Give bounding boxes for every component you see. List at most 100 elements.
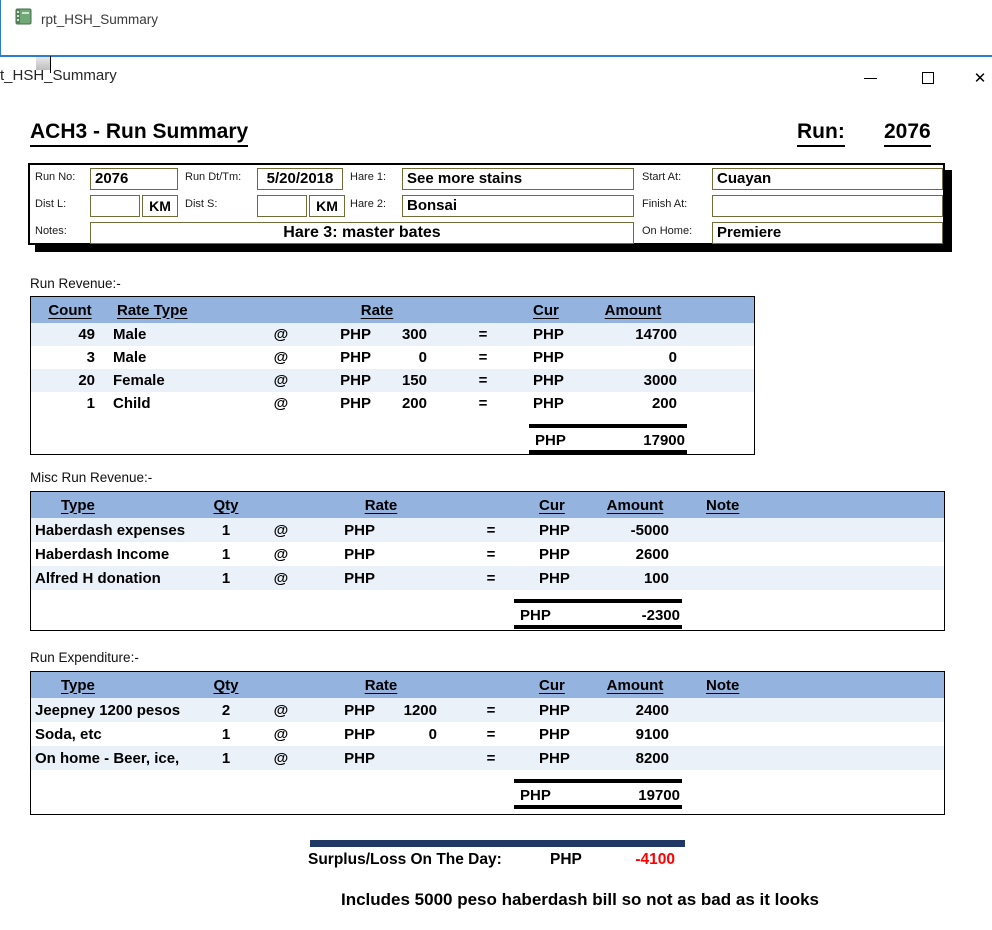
surplus-label: Surplus/Loss On The Day: — [308, 851, 502, 869]
report-icon — [15, 8, 32, 30]
qty-cell: 1 — [201, 546, 251, 563]
dist-s-field[interactable] — [257, 195, 307, 217]
summary-footnote: Includes 5000 peso haberdash bill so not… — [250, 890, 910, 910]
run-dt-field[interactable]: 5/20/2018 — [257, 168, 343, 190]
count-cell: 20 — [31, 372, 109, 389]
currency-cell: PHP — [531, 546, 591, 563]
misc-total: PHP -2300 — [514, 599, 682, 629]
rate-cell: 200 — [377, 395, 441, 412]
hare1-field[interactable]: See more stains — [402, 168, 634, 190]
currency-cell: PHP — [311, 546, 381, 563]
equals-symbol: = — [441, 326, 525, 343]
count-header: Count — [31, 302, 109, 319]
table-row: Alfred H donation 1 @ PHP = PHP 100 — [31, 566, 944, 590]
revenue-table: Count Rate Type Rate Cur Amount 49 Male … — [30, 296, 755, 455]
rate-header: Rate — [311, 677, 451, 694]
table-row: 49 Male @ PHP 300 = PHP 14700 — [31, 323, 754, 346]
equals-symbol: = — [451, 570, 531, 587]
dist-s-unit: KM — [309, 195, 345, 217]
qty-cell: 2 — [201, 702, 251, 719]
revenue-total: PHP 17900 — [529, 424, 687, 454]
rate-type-header: Rate Type — [109, 302, 249, 319]
currency-cell: PHP — [531, 522, 591, 539]
dist-l-field[interactable] — [90, 195, 140, 217]
table-row: 20 Female @ PHP 150 = PHP 3000 — [31, 369, 754, 392]
surplus-amount: -4100 — [598, 851, 675, 869]
currency-cell: PHP — [313, 349, 377, 366]
at-symbol: @ — [251, 570, 311, 587]
qty-header: Qty — [201, 677, 251, 694]
table-row: Jeepney 1200 pesos 2 @ PHP 1200 = PHP 24… — [31, 698, 944, 722]
table-row: Haberdash Income 1 @ PHP = PHP 2600 — [31, 542, 944, 566]
table-row: On home - Beer, ice, 1 @ PHP = PHP 8200 — [31, 746, 944, 770]
document-tab-bar: rpt_HSH_Summary — [0, 0, 992, 57]
qty-cell: 1 — [201, 726, 251, 743]
amount-header: Amount — [591, 497, 679, 514]
rate-cell: 0 — [377, 349, 441, 366]
currency-cell: PHP — [525, 372, 583, 389]
finish-at-label: Finish At: — [642, 198, 687, 210]
revenue-header-row: Count Rate Type Rate Cur Amount — [31, 297, 754, 323]
type-cell: Jeepney 1200 pesos — [31, 702, 201, 719]
type-cell: Male — [109, 349, 249, 366]
start-at-field[interactable]: Cuayan — [712, 168, 943, 190]
count-cell: 1 — [31, 395, 109, 412]
amount-cell: 9100 — [591, 726, 679, 743]
amount-header: Amount — [591, 677, 679, 694]
rate-header: Rate — [313, 302, 441, 319]
notes-field[interactable]: Hare 3: master bates — [90, 222, 634, 244]
at-symbol: @ — [251, 522, 311, 539]
close-icon: ✕ — [974, 71, 987, 86]
run-no-field[interactable]: 2076 — [90, 168, 178, 190]
equals-symbol: = — [451, 546, 531, 563]
count-cell: 49 — [31, 326, 109, 343]
rate-cell: 0 — [381, 726, 451, 743]
at-symbol: @ — [249, 326, 313, 343]
summary-divider-bar — [310, 840, 685, 847]
type-header: Type — [31, 497, 201, 514]
expenditure-table: Type Qty Rate Cur Amount Note Jeepney 12… — [30, 671, 945, 815]
type-cell: Haberdash Income — [31, 546, 201, 563]
hare2-field[interactable]: Bonsai — [402, 195, 634, 217]
minimize-button[interactable] — [855, 66, 885, 90]
total-amount: -2300 — [642, 607, 680, 624]
on-home-field[interactable]: Premiere — [712, 222, 943, 244]
amount-cell: 8200 — [591, 750, 679, 767]
close-button[interactable]: ✕ — [965, 66, 992, 90]
run-no-label: Run No: — [35, 171, 75, 183]
misc-header-row: Type Qty Rate Cur Amount Note — [31, 492, 944, 518]
currency-cell: PHP — [531, 726, 591, 743]
type-header: Type — [31, 677, 201, 694]
minimize-icon — [864, 78, 877, 79]
amount-cell: 2600 — [591, 546, 679, 563]
rate-cell: 1200 — [381, 702, 451, 719]
at-symbol: @ — [251, 546, 311, 563]
amount-cell: -5000 — [591, 522, 679, 539]
start-at-label: Start At: — [642, 171, 681, 183]
equals-symbol: = — [451, 750, 531, 767]
total-currency: PHP — [520, 607, 551, 624]
total-amount: 19700 — [638, 787, 680, 804]
type-cell: On home - Beer, ice, — [31, 750, 201, 767]
hare2-label: Hare 2: — [350, 198, 386, 210]
run-number: 2076 — [884, 120, 931, 147]
run-label: Run: — [797, 120, 845, 147]
hare1-label: Hare 1: — [350, 171, 386, 183]
cur-header: Cur — [531, 497, 591, 514]
at-symbol: @ — [251, 750, 311, 767]
amount-cell: 2400 — [591, 702, 679, 719]
notes-label: Notes: — [35, 225, 67, 237]
at-symbol: @ — [249, 349, 313, 366]
currency-cell: PHP — [313, 395, 377, 412]
amount-cell: 0 — [583, 349, 683, 366]
currency-cell: PHP — [313, 372, 377, 389]
finish-at-field[interactable] — [712, 195, 943, 217]
currency-cell: PHP — [311, 702, 381, 719]
amount-cell: 14700 — [583, 326, 683, 343]
currency-cell: PHP — [531, 750, 591, 767]
tab-rpt-hsh-summary[interactable]: rpt_HSH_Summary — [15, 8, 158, 30]
maximize-button[interactable] — [913, 66, 943, 90]
type-cell: Haberdash expenses — [31, 522, 201, 539]
expenditure-total: PHP 19700 — [514, 779, 682, 809]
currency-cell: PHP — [525, 349, 583, 366]
